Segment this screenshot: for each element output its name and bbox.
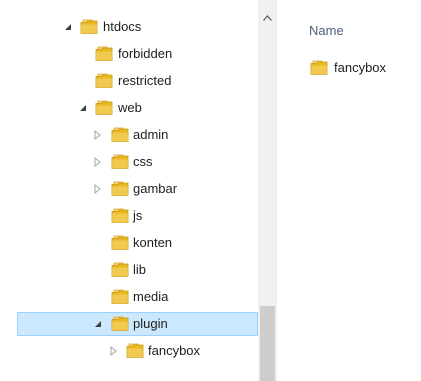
tree-item-media[interactable]: media <box>0 284 258 311</box>
folder-icon <box>310 59 328 76</box>
tree-item-css[interactable]: css <box>0 149 258 176</box>
expanded-arrow-icon[interactable] <box>79 104 89 116</box>
tree-item-label: gambar <box>133 181 178 196</box>
folder-icon <box>111 288 129 305</box>
tree-item-fancybox[interactable]: fancybox <box>0 338 258 365</box>
navigation-pane: htdocs forbidden restricted web admin css gamb… <box>0 0 258 381</box>
tree-item-gambar[interactable]: gambar <box>0 176 258 203</box>
folder-icon <box>80 18 98 35</box>
tree-item-htdocs[interactable]: htdocs <box>0 14 258 41</box>
expanded-arrow-icon[interactable] <box>64 23 74 35</box>
folder-icon <box>126 342 144 359</box>
column-header[interactable]: Name <box>277 0 421 38</box>
tree-item-label: htdocs <box>103 19 142 34</box>
tree-item-label: forbidden <box>118 46 173 61</box>
folder-icon <box>95 99 113 116</box>
file-item-label: fancybox <box>334 60 387 75</box>
tree-item-label: plugin <box>133 316 168 331</box>
scroll-up-button[interactable] <box>258 0 277 36</box>
tree-item-js[interactable]: js <box>0 203 258 230</box>
collapsed-arrow-icon[interactable] <box>94 130 104 142</box>
folder-icon <box>111 207 129 224</box>
tree-item-label: lib <box>133 262 147 277</box>
folder-icon <box>111 315 129 332</box>
navigation-scrollbar[interactable] <box>258 0 277 381</box>
tree-item-plugin[interactable]: plugin <box>0 311 258 338</box>
file-explorer: htdocs forbidden restricted web admin css gamb… <box>0 0 421 381</box>
tree-item-label: css <box>133 154 153 169</box>
tree-item-label: media <box>133 289 169 304</box>
scroll-up-arrow-icon <box>263 15 272 21</box>
file-item-fancybox[interactable]: fancybox <box>310 57 421 79</box>
collapsed-arrow-icon[interactable] <box>110 346 120 358</box>
expanded-arrow-icon[interactable] <box>94 320 104 332</box>
scroll-thumb[interactable] <box>260 306 275 381</box>
tree-item-restricted[interactable]: restricted <box>0 68 258 95</box>
tree-item-web[interactable]: web <box>0 95 258 122</box>
folder-icon <box>111 261 129 278</box>
content-pane: Name fancybox <box>277 0 421 381</box>
tree-item-label: restricted <box>118 73 172 88</box>
folder-icon <box>111 180 129 197</box>
folder-tree: htdocs forbidden restricted web admin css gamb… <box>0 14 258 365</box>
collapsed-arrow-icon[interactable] <box>94 157 104 169</box>
tree-item-forbidden[interactable]: forbidden <box>0 41 258 68</box>
tree-item-konten[interactable]: konten <box>0 230 258 257</box>
folder-icon <box>95 45 113 62</box>
column-name-header: Name <box>309 23 344 38</box>
tree-item-label: admin <box>133 127 169 142</box>
tree-item-lib[interactable]: lib <box>0 257 258 284</box>
tree-item-label: konten <box>133 235 173 250</box>
tree-item-label: js <box>133 208 143 223</box>
folder-icon <box>95 72 113 89</box>
tree-item-label: fancybox <box>148 343 201 358</box>
collapsed-arrow-icon[interactable] <box>94 184 104 196</box>
tree-item-admin[interactable]: admin <box>0 122 258 149</box>
tree-item-label: web <box>118 100 142 115</box>
folder-icon <box>111 234 129 251</box>
folder-icon <box>111 126 129 143</box>
folder-icon <box>111 153 129 170</box>
